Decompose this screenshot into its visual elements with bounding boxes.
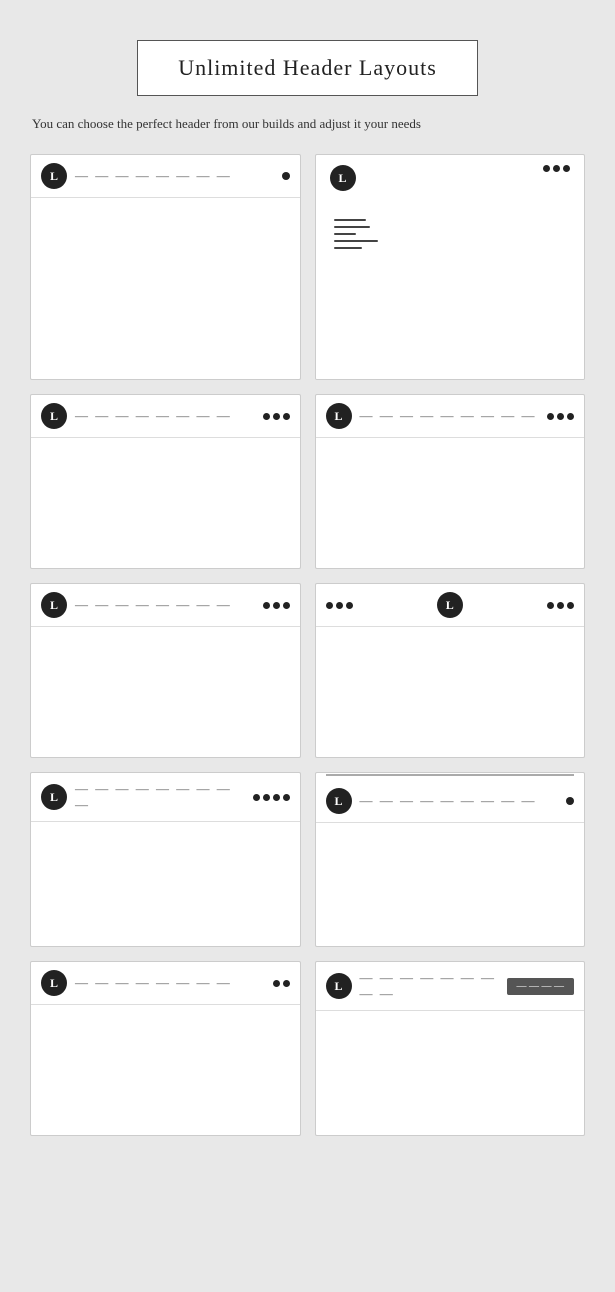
card-body-8 <box>316 823 585 943</box>
layout-card-6[interactable]: L <box>315 583 586 758</box>
open-menu-lines <box>316 201 585 259</box>
layout-card-1[interactable]: L — — — — — — — — <box>30 154 301 380</box>
dots-right-6 <box>547 602 574 609</box>
logo-2: L <box>330 165 356 191</box>
nav-9: — — — — — — — — <box>75 975 265 991</box>
layout-card-8[interactable]: L — — — — — — — — — <box>315 772 586 947</box>
layout-card-4[interactable]: L — — — — — — — — — <box>315 394 586 569</box>
page-title: Unlimited Header Layouts <box>178 55 437 81</box>
dots-3 <box>263 413 290 420</box>
dots-9 <box>273 980 290 987</box>
logo-3: L <box>41 403 67 429</box>
btn-10[interactable]: — — — — <box>507 978 575 995</box>
dots-left-6 <box>326 602 353 609</box>
subtitle: You can choose the perfect header from o… <box>30 116 585 132</box>
dots-8 <box>566 797 574 805</box>
dots-7 <box>253 794 290 801</box>
card-body-9 <box>31 1005 300 1125</box>
logo-4: L <box>326 403 352 429</box>
dots-1 <box>282 172 290 180</box>
layout-grid: L — — — — — — — — L <box>30 154 585 1136</box>
nav-4: — — — — — — — — — <box>360 408 540 424</box>
layout-card-7[interactable]: L — — — — — — — — — <box>30 772 301 947</box>
card-header-2: L <box>316 155 585 201</box>
logo-6: L <box>437 592 463 618</box>
card-body-1 <box>31 198 300 318</box>
nav-8: — — — — — — — — — <box>360 793 559 809</box>
card-body-2 <box>316 259 585 379</box>
logo-5: L <box>41 592 67 618</box>
card-body-4 <box>316 438 585 558</box>
logo-10: L <box>326 973 352 999</box>
card-body-6 <box>316 627 585 747</box>
dots-5 <box>263 602 290 609</box>
nav-3: — — — — — — — — <box>75 408 255 424</box>
nav-10: — — — — — — — — — <box>360 970 499 1002</box>
logo-8: L <box>326 788 352 814</box>
logo-1: L <box>41 163 67 189</box>
layout-card-9[interactable]: L — — — — — — — — <box>30 961 301 1136</box>
dots-4 <box>547 413 574 420</box>
layout-card-3[interactable]: L — — — — — — — — <box>30 394 301 569</box>
card-body-3 <box>31 438 300 558</box>
layout-card-10[interactable]: L — — — — — — — — — — — — — <box>315 961 586 1136</box>
card-body-10 <box>316 1011 585 1131</box>
card-body-5 <box>31 627 300 747</box>
layout-card-5[interactable]: L — — — — — — — — <box>30 583 301 758</box>
card-body-7 <box>31 822 300 942</box>
nav-5: — — — — — — — — <box>75 597 255 613</box>
nav-7: — — — — — — — — — <box>75 781 245 813</box>
nav-1: — — — — — — — — <box>75 168 274 184</box>
logo-9: L <box>41 970 67 996</box>
logo-7: L <box>41 784 67 810</box>
title-box: Unlimited Header Layouts <box>137 40 478 96</box>
dots-2 <box>543 165 570 172</box>
layout-card-2[interactable]: L <box>315 154 586 380</box>
